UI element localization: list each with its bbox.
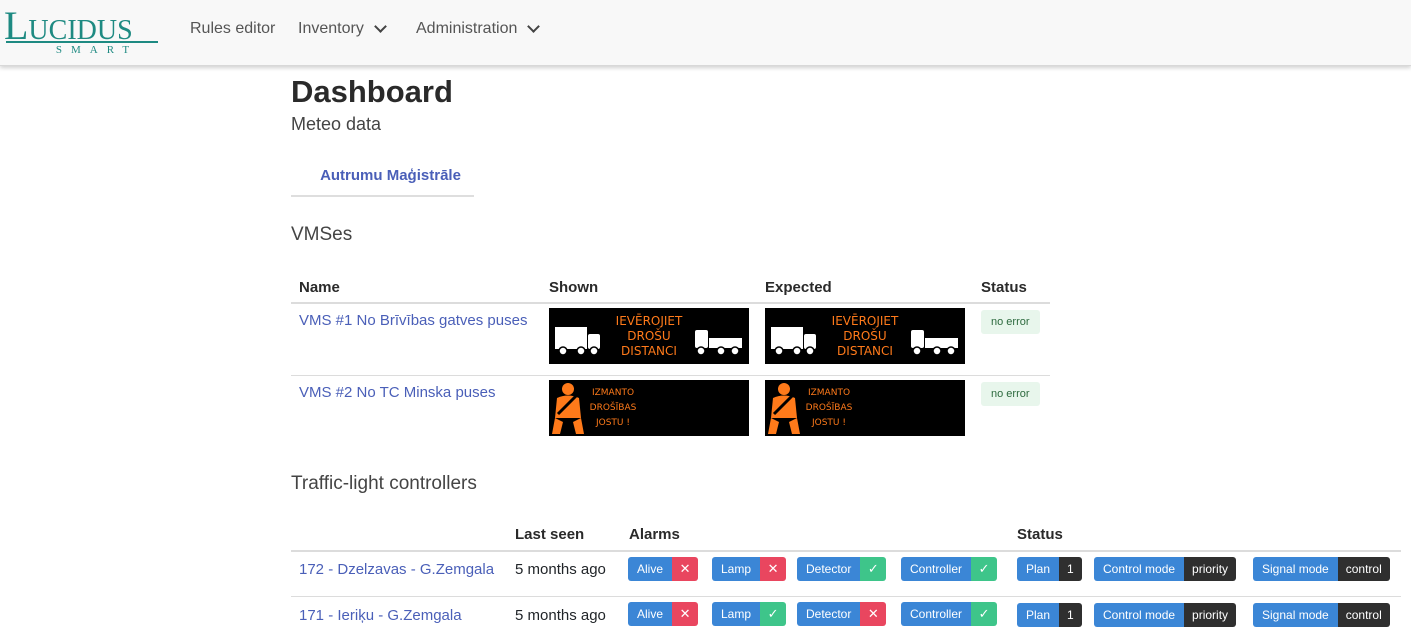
nav-inventory-dropdown[interactable]: Inventory xyxy=(298,20,387,38)
status-signal-mode: Signal mode control xyxy=(1253,603,1390,627)
nav-rules-editor[interactable]: Rules editor xyxy=(190,20,275,38)
nav-inventory-label: Inventory xyxy=(298,20,364,37)
vms-header-status: Status xyxy=(981,279,1027,296)
tlc-header-alarms: Alarms xyxy=(629,526,680,543)
status-plan: Plan 1 xyxy=(1017,557,1082,581)
tlc-header-last-seen: Last seen xyxy=(515,526,585,543)
vms-row-name-cell: VMS #2 No TC Minska puses xyxy=(299,384,495,402)
sign-text-line: IZMANTO xyxy=(808,388,850,398)
tlc-header-divider xyxy=(291,550,1401,552)
alarm-label: Detector xyxy=(797,557,861,581)
vms-header-expected: Expected xyxy=(765,279,832,296)
sign-text-line: JOSTU ! xyxy=(595,418,630,428)
status-label: Signal mode xyxy=(1253,603,1338,627)
check-icon: ✓ xyxy=(760,602,787,626)
check-icon: ✓ xyxy=(971,557,998,581)
cross-icon: ✕ xyxy=(760,557,787,581)
tlc-last-seen: 5 months ago xyxy=(515,561,606,578)
alarm-alive: Alive ✕ xyxy=(628,557,699,581)
vms-shown-sign: IZMANTO DROŠĪBAS JOSTU ! xyxy=(549,380,749,436)
logo-rule xyxy=(6,41,158,43)
logo-subtitle: SMART xyxy=(55,44,139,56)
alarm-detector: Detector ✓ xyxy=(797,557,887,581)
tlc-controller-link[interactable]: 171 - Ieriķu - G.Zemgala xyxy=(299,607,462,624)
status-signal-mode: Signal mode control xyxy=(1253,557,1390,581)
vms-header-name: Name xyxy=(299,279,340,296)
tlc-section-title: Traffic-light controllers xyxy=(291,473,477,494)
alarm-controller: Controller ✓ xyxy=(901,557,998,581)
sign-text-line: IEVĒROJIET xyxy=(616,314,683,328)
tlc-header-status: Status xyxy=(1017,526,1063,543)
status-value: control xyxy=(1337,557,1390,581)
tlc-row-name-cell: 171 - Ieriķu - G.Zemgala xyxy=(299,607,462,625)
status-badge: no error xyxy=(981,310,1040,334)
alarm-alive: Alive ✕ xyxy=(628,602,699,626)
tlc-row-name-cell: 172 - Dzelzavas - G.Zemgala xyxy=(299,561,494,579)
chevron-down-icon xyxy=(527,20,541,33)
lucidus-logo[interactable]: Lucidus SMART xyxy=(4,6,160,56)
sign-text-line: DROŠU xyxy=(627,328,670,343)
row-divider xyxy=(291,596,1401,597)
page-title: Dashboard xyxy=(291,74,453,109)
alarm-label: Detector xyxy=(797,602,861,626)
alarm-detector: Detector ✕ xyxy=(797,602,887,626)
alarm-label: Alive xyxy=(628,602,673,626)
status-value: priority xyxy=(1184,603,1237,627)
status-control-mode: Control mode priority xyxy=(1094,557,1237,581)
vms-link[interactable]: VMS #2 No TC Minska puses xyxy=(299,384,495,401)
page-subtitle: Meteo data xyxy=(291,114,382,134)
status-control-mode: Control mode priority xyxy=(1094,603,1237,627)
status-label: Control mode xyxy=(1094,557,1185,581)
status-value: priority xyxy=(1184,557,1237,581)
alarm-lamp: Lamp ✓ xyxy=(712,602,787,626)
sign-text-line: DROŠĪBAS xyxy=(590,401,637,413)
tlc-controller-link[interactable]: 172 - Dzelzavas - G.Zemgala xyxy=(299,561,494,578)
vms-link[interactable]: VMS #1 No Brīvības gatves puses xyxy=(299,312,527,329)
status-label: Control mode xyxy=(1094,603,1185,627)
nav-administration-dropdown[interactable]: Administration xyxy=(416,20,541,38)
check-icon: ✓ xyxy=(860,557,887,581)
sign-text-line: DROŠU xyxy=(843,328,886,343)
vms-expected-sign: IEVĒROJIET DROŠU DISTANCI xyxy=(765,308,965,364)
sign-text-line: DISTANCI xyxy=(837,344,893,358)
nav-administration-label: Administration xyxy=(416,20,518,37)
check-icon: ✓ xyxy=(971,602,998,626)
sign-text-line: IZMANTO xyxy=(592,388,634,398)
nav-rules-editor-label: Rules editor xyxy=(190,20,276,37)
vms-shown-sign: IEVĒROJIET DROŠU DISTANCI xyxy=(549,308,749,364)
alarm-label: Lamp xyxy=(712,602,761,626)
vms-header-divider xyxy=(291,302,1050,304)
tlc-last-seen: 5 months ago xyxy=(515,607,606,624)
sign-text-line: IEVĒROJIET xyxy=(832,314,899,328)
vms-header-shown: Shown xyxy=(549,279,599,296)
vms-section-title: VMSes xyxy=(291,224,353,245)
tab-autrumu-magistrale[interactable]: Autrumu Maģistrāle xyxy=(291,162,474,197)
status-label: Plan xyxy=(1017,557,1060,581)
vms-expected-sign: IZMANTO DROŠĪBAS JOSTU ! xyxy=(765,380,965,436)
alarm-lamp: Lamp ✕ xyxy=(712,557,787,581)
status-label: Plan xyxy=(1017,603,1060,627)
status-value: 1 xyxy=(1059,603,1082,627)
alarm-label: Alive xyxy=(628,557,673,581)
sign-text-line: DISTANCI xyxy=(621,344,677,358)
logo-wordmark: Lucidus xyxy=(4,3,133,48)
chevron-down-icon xyxy=(373,20,387,33)
alarm-label: Controller xyxy=(901,557,972,581)
alarm-controller: Controller ✓ xyxy=(901,602,998,626)
cross-icon: ✕ xyxy=(860,602,887,626)
status-label: Signal mode xyxy=(1253,557,1338,581)
top-navbar: Lucidus SMART Rules editor Inventory Adm… xyxy=(0,0,1411,66)
cross-icon: ✕ xyxy=(672,602,699,626)
alarm-label: Controller xyxy=(901,602,972,626)
sign-text-line: JOSTU ! xyxy=(811,418,846,428)
row-divider xyxy=(291,375,1050,376)
cross-icon: ✕ xyxy=(672,557,699,581)
status-value: control xyxy=(1337,603,1390,627)
sign-text-line: DROŠĪBAS xyxy=(806,401,853,413)
status-badge: no error xyxy=(981,382,1040,406)
alarm-label: Lamp xyxy=(712,557,761,581)
status-plan: Plan 1 xyxy=(1017,603,1082,627)
status-value: 1 xyxy=(1059,557,1082,581)
vms-row-name-cell: VMS #1 No Brīvības gatves puses xyxy=(299,312,527,330)
